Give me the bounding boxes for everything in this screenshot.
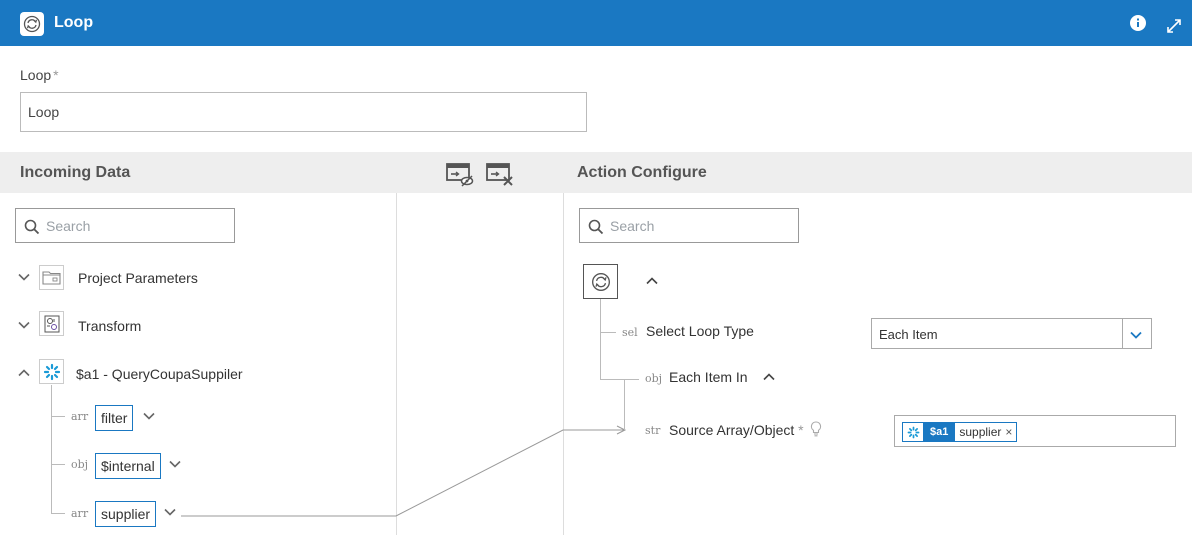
tree-connector: [600, 379, 639, 380]
column-divider: [396, 193, 397, 535]
required-mark: *: [53, 67, 59, 83]
dialog-header: Loop: [0, 0, 1192, 46]
clear-mappings-icon[interactable]: [486, 162, 514, 188]
info-icon[interactable]: [1130, 15, 1146, 31]
chevron-down-icon[interactable]: [17, 318, 31, 332]
required-mark: *: [798, 422, 804, 438]
loop-app-icon: [20, 12, 44, 36]
search-icon: [588, 219, 604, 235]
coupa-icon: [903, 423, 923, 441]
source-array-mapping-field[interactable]: $a1 supplier ×: [894, 415, 1176, 447]
action-search-input[interactable]: [610, 209, 795, 242]
type-tag-obj: obj: [71, 458, 89, 471]
expand-icon[interactable]: [1167, 19, 1181, 33]
select-loop-type-label: Select Loop Type: [646, 323, 754, 339]
dialog-title: Loop: [54, 14, 94, 31]
source-array-label-text: Source Array/Object: [669, 422, 795, 438]
incoming-search-box: [15, 208, 235, 243]
source-array-label: Source Array/Object *: [669, 422, 804, 438]
tree-node-project-parameters[interactable]: Project Parameters: [78, 270, 198, 286]
incoming-search-input[interactable]: [46, 209, 231, 242]
tree-connector: [51, 464, 65, 465]
action-configure-title: Action Configure: [577, 164, 707, 181]
chip-remove-icon[interactable]: ×: [1005, 423, 1016, 441]
loop-field-label: Loop *: [20, 67, 59, 83]
type-tag-obj: obj: [645, 372, 663, 385]
tree-connector: [51, 416, 65, 417]
action-search-box: [579, 208, 799, 243]
lightbulb-icon[interactable]: [810, 421, 822, 437]
tree-connector: [51, 385, 52, 514]
loop-type-value: Each Item: [879, 327, 938, 342]
type-tag-str: str: [645, 424, 661, 437]
loop-name-input[interactable]: [20, 92, 587, 132]
tree-connector: [624, 380, 625, 430]
chevron-up-icon[interactable]: [645, 274, 659, 288]
select-divider: [1122, 319, 1123, 348]
folder-icon: [39, 265, 64, 290]
chip-source-label: $a1: [923, 423, 956, 441]
chevron-down-icon[interactable]: [1129, 328, 1143, 342]
chevron-down-icon[interactable]: [163, 505, 177, 519]
chip-field-label: supplier: [959, 425, 1002, 439]
field-pill-supplier[interactable]: supplier: [95, 501, 157, 527]
column-divider: [563, 193, 564, 535]
tree-connector: [600, 299, 601, 380]
tree-connector: [600, 332, 616, 333]
chevron-down-icon[interactable]: [142, 409, 156, 423]
type-tag-sel: sel: [622, 326, 638, 339]
type-tag-arr: arr: [71, 507, 89, 520]
search-icon: [24, 219, 40, 235]
tree-node-a1-query[interactable]: $a1 - QueryCoupaSuppiler: [76, 366, 243, 382]
coupa-icon: [39, 359, 64, 384]
field-pill-filter[interactable]: filter: [95, 405, 134, 431]
chevron-down-icon[interactable]: [168, 457, 182, 471]
tree-node-transform[interactable]: Transform: [78, 318, 141, 334]
chevron-up-icon[interactable]: [762, 370, 776, 384]
incoming-data-title: Incoming Data: [20, 164, 131, 181]
transform-icon: [39, 311, 64, 336]
chevron-up-icon[interactable]: [17, 366, 31, 380]
each-item-in-label: Each Item In: [669, 369, 748, 385]
loop-label-text: Loop: [20, 67, 52, 83]
hide-unmapped-icon[interactable]: [446, 162, 474, 188]
type-tag-arr: arr: [71, 410, 89, 423]
field-pill-internal[interactable]: $internal: [95, 453, 161, 479]
loop-type-select[interactable]: Each Item: [871, 318, 1152, 349]
chevron-down-icon[interactable]: [17, 270, 31, 284]
mapped-field-chip[interactable]: $a1 supplier ×: [902, 422, 1018, 442]
loop-node-icon: [583, 264, 618, 299]
tree-connector: [51, 513, 65, 514]
